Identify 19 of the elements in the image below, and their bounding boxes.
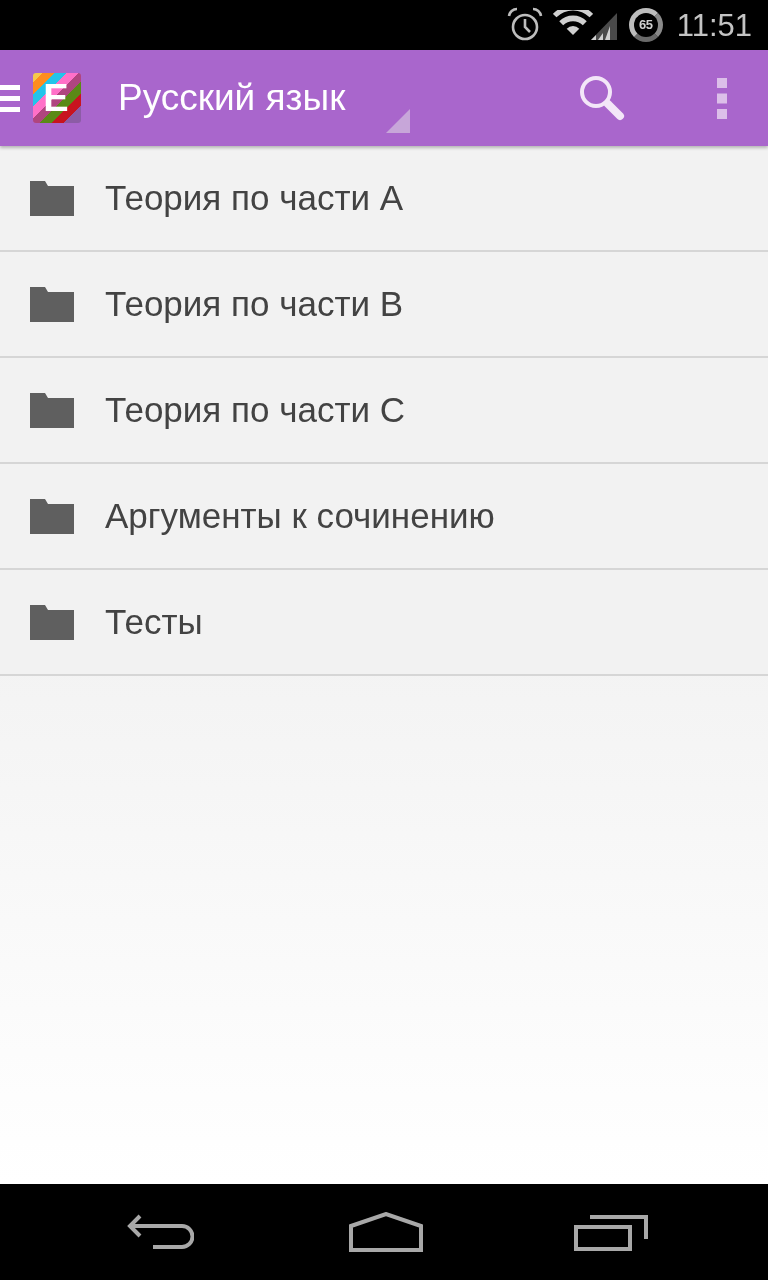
- battery-indicator: 65: [628, 8, 663, 42]
- folder-icon: [30, 604, 74, 640]
- folder-icon: [30, 498, 74, 534]
- home-outline-icon: [349, 1212, 423, 1252]
- alarm-clock-icon: [506, 7, 543, 43]
- recent-apps-icon: [574, 1213, 650, 1251]
- signal-icon: [590, 12, 617, 40]
- back-arrow-icon: [126, 1213, 194, 1251]
- search-button[interactable]: [578, 74, 626, 122]
- app-logo[interactable]: E: [33, 73, 81, 123]
- subject-dropdown[interactable]: Русский язык: [118, 50, 410, 146]
- folder-icon: [30, 286, 74, 322]
- folder-icon: [30, 180, 74, 216]
- dropdown-corner-icon: [386, 109, 410, 133]
- clock-time: 11:51: [676, 9, 752, 41]
- folder-icon: [30, 392, 74, 428]
- search-icon: [579, 75, 625, 121]
- more-vertical-icon: [717, 77, 727, 119]
- menu-icon[interactable]: [0, 83, 20, 113]
